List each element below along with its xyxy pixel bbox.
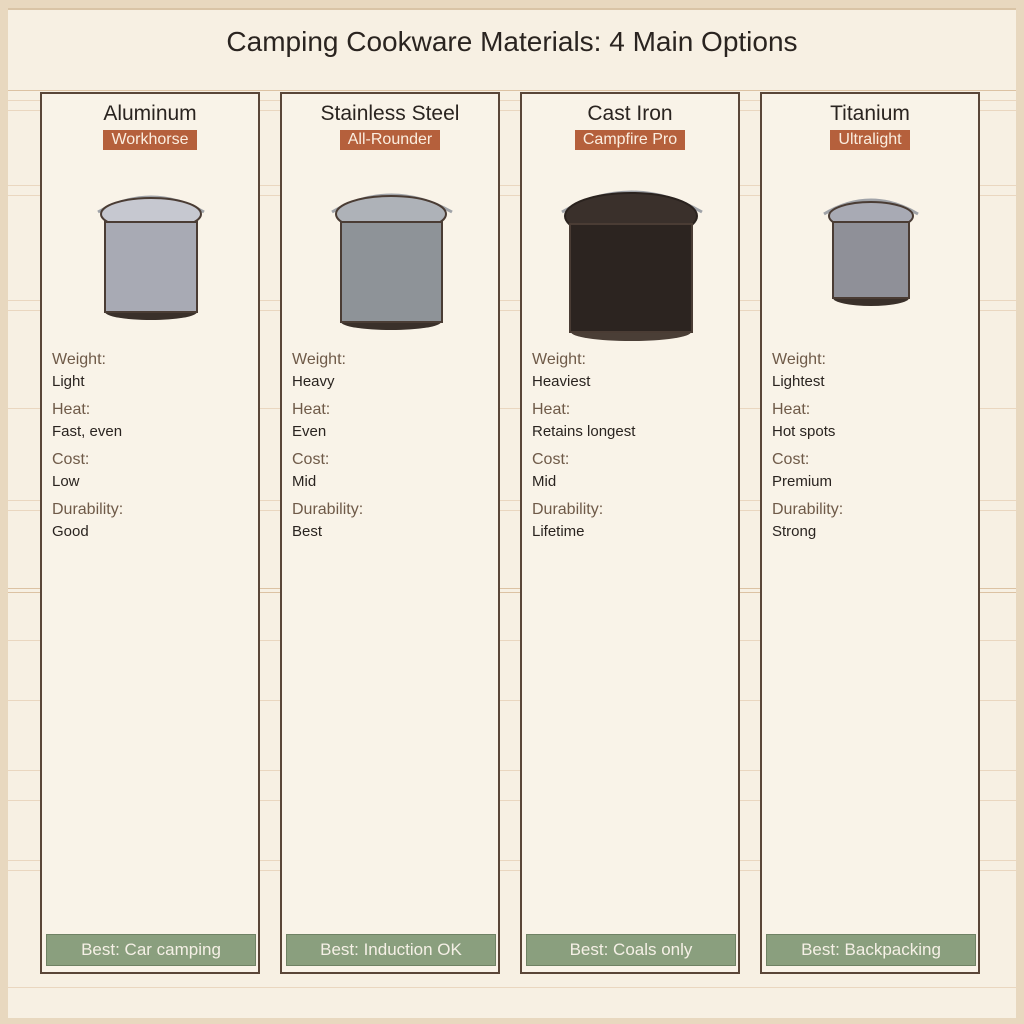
cost-value: Low	[52, 473, 80, 490]
divider-line	[8, 90, 1016, 91]
pot-icon	[561, 190, 703, 341]
heat-label: Heat:	[52, 401, 91, 418]
weight-label: Weight:	[52, 351, 106, 368]
pot-body	[104, 221, 198, 313]
weight-row: Weight: Heavy	[292, 350, 346, 392]
heat-label: Heat:	[292, 401, 331, 418]
heat-value: Fast, even	[52, 423, 123, 440]
durability-label: Durability:	[292, 501, 364, 518]
heat-row: Heat: Even	[292, 400, 330, 442]
durability-value: Good	[52, 523, 89, 540]
weight-label: Weight:	[772, 351, 826, 368]
page-title: Camping Cookware Materials: 4 Main Optio…	[226, 26, 798, 57]
weight-value: Heavy	[292, 373, 335, 390]
cost-row: Cost: Mid	[532, 450, 569, 492]
weight-label: Weight:	[532, 351, 586, 368]
material-card-stainless-steel: Stainless Steel All-Rounder Weight: Heav…	[280, 92, 500, 974]
durability-row: Durability: Strong	[772, 500, 843, 542]
cost-row: Cost: Low	[52, 450, 89, 492]
pot-icon	[97, 195, 205, 320]
cost-row: Cost: Premium	[772, 450, 832, 492]
material-badge: Campfire Pro	[574, 130, 686, 150]
heat-label: Heat:	[532, 401, 571, 418]
cost-label: Cost:	[292, 451, 330, 468]
weight-row: Weight: Light	[52, 350, 106, 392]
weight-value: Heaviest	[532, 373, 591, 390]
material-badge: Ultralight	[830, 130, 910, 150]
durability-row: Durability: Best	[292, 500, 363, 542]
best-use-bar: Best: Backpacking	[766, 934, 976, 966]
heat-row: Heat: Hot spots	[772, 400, 835, 442]
durability-label: Durability:	[772, 501, 844, 518]
durability-value: Lifetime	[532, 523, 585, 540]
cost-label: Cost:	[52, 451, 90, 468]
best-use-bar: Best: Coals only	[526, 934, 736, 966]
cost-value: Mid	[532, 473, 557, 490]
pot-icon	[331, 193, 453, 330]
weight-label: Weight:	[292, 351, 346, 368]
cost-label: Cost:	[532, 451, 570, 468]
heat-row: Heat: Fast, even	[52, 400, 122, 442]
material-card-titanium: Titanium Ultralight Weight: Lightest Hea…	[760, 92, 980, 974]
pot-body	[340, 221, 443, 323]
heat-row: Heat: Retains longest	[532, 400, 635, 442]
pot-body	[832, 221, 910, 299]
material-name: Titanium	[830, 102, 910, 125]
best-use-bar: Best: Induction OK	[286, 934, 496, 966]
heat-value: Retains longest	[532, 423, 636, 440]
cost-value: Premium	[772, 473, 833, 490]
material-card-cast-iron: Cast Iron Campfire Pro Weight: Heaviest …	[520, 92, 740, 974]
material-name: Cast Iron	[587, 102, 673, 125]
cost-row: Cost: Mid	[292, 450, 329, 492]
material-name: Aluminum	[103, 102, 197, 125]
material-badge: All-Rounder	[339, 130, 441, 150]
material-badge: Workhorse	[103, 130, 197, 150]
canvas: Camping Cookware Materials: 4 Main Optio…	[8, 8, 1016, 1018]
cost-value: Mid	[292, 473, 317, 490]
divider-line	[8, 987, 1016, 988]
pot-icon	[823, 198, 919, 306]
cost-label: Cost:	[772, 451, 810, 468]
durability-value: Strong	[772, 523, 817, 540]
durability-label: Durability:	[52, 501, 124, 518]
durability-label: Durability:	[532, 501, 604, 518]
pot-body	[569, 223, 693, 333]
durability-row: Durability: Lifetime	[532, 500, 603, 542]
durability-value: Best	[292, 523, 323, 540]
durability-row: Durability: Good	[52, 500, 123, 542]
weight-value: Lightest	[772, 373, 825, 390]
best-use-bar: Best: Car camping	[46, 934, 256, 966]
material-name: Stainless Steel	[320, 102, 460, 125]
heat-value: Even	[292, 423, 327, 440]
heat-label: Heat:	[772, 401, 811, 418]
material-card-aluminum: Aluminum Workhorse Weight: Light Heat: F…	[40, 92, 260, 974]
weight-row: Weight: Lightest	[772, 350, 826, 392]
heat-value: Hot spots	[772, 423, 836, 440]
weight-value: Light	[52, 373, 85, 390]
weight-row: Weight: Heaviest	[532, 350, 590, 392]
